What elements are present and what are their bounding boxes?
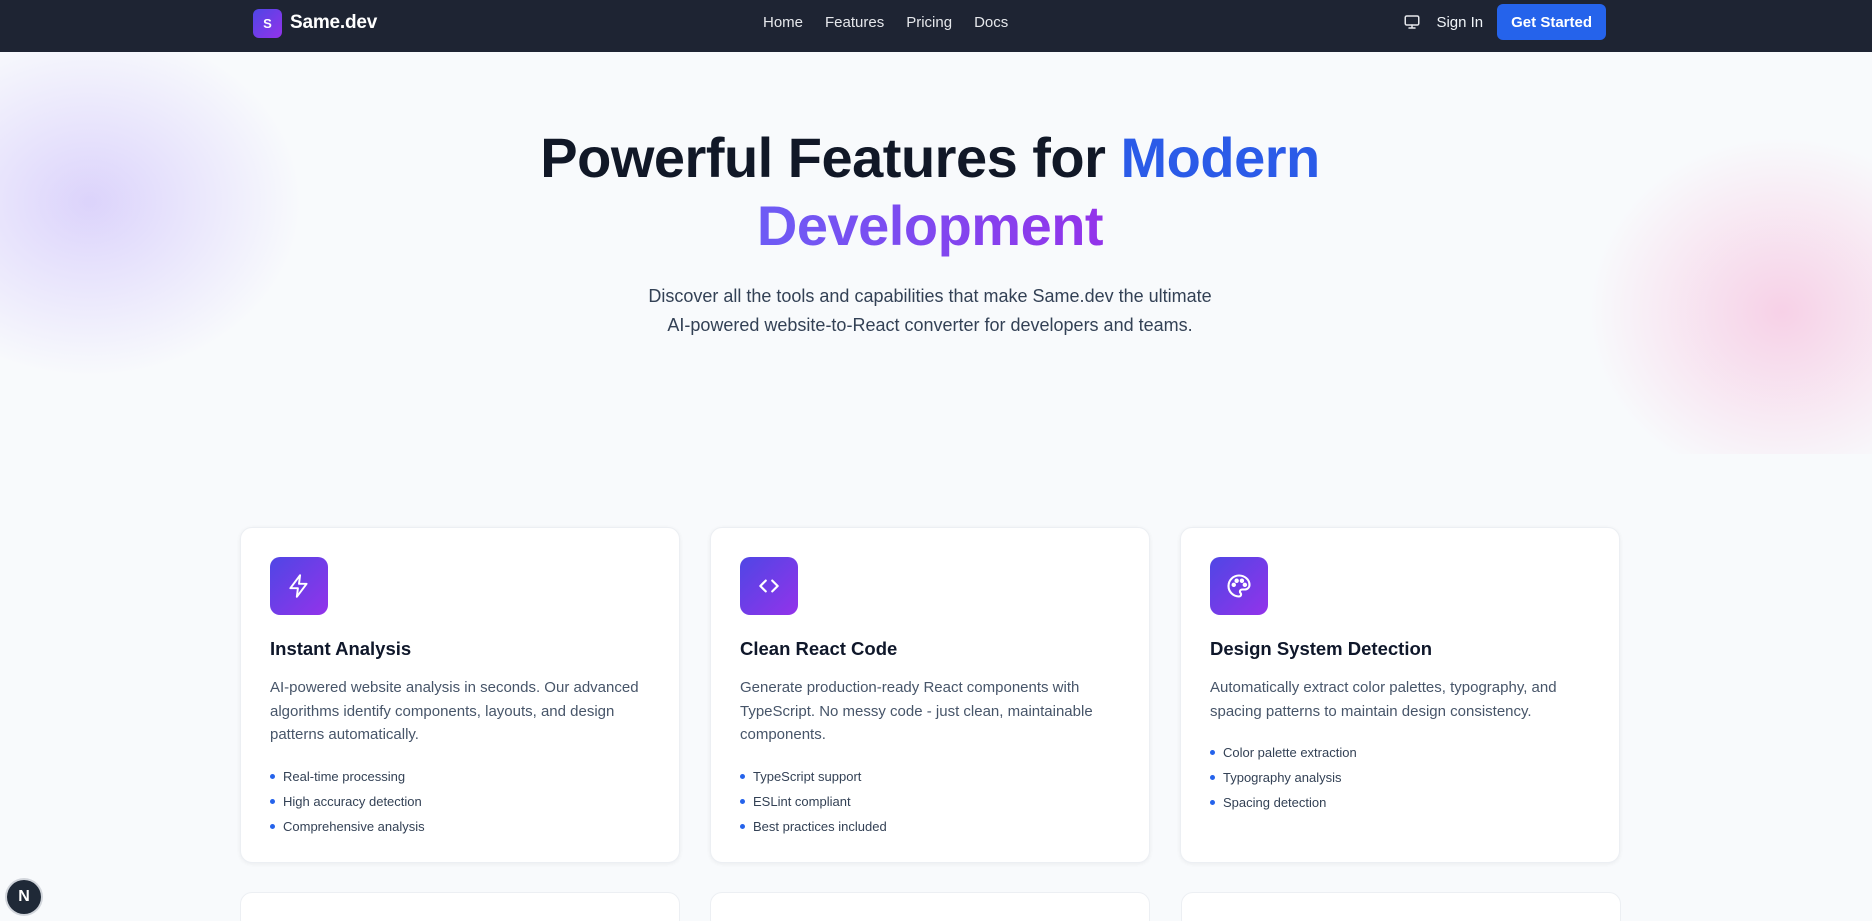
monitor-icon[interactable] <box>1402 12 1422 32</box>
nav-actions: Sign In Get Started <box>1402 4 1606 40</box>
brand[interactable]: S Same.dev <box>253 8 377 38</box>
lightning-icon <box>270 557 328 615</box>
card-title: Design System Detection <box>1210 638 1433 659</box>
bullet-icon <box>740 798 745 804</box>
list-item: TypeScript support <box>740 764 1120 789</box>
card-feature-list: Real-time processing High accuracy detec… <box>270 764 650 839</box>
nav-link-docs[interactable]: Docs <box>974 14 1008 31</box>
list-item: Typography analysis <box>1210 765 1590 790</box>
nav-links: Home Features Pricing Docs <box>763 0 1008 44</box>
list-item-text: Color palette extraction <box>1223 745 1357 760</box>
list-item-text: TypeScript support <box>753 768 862 784</box>
top-nav: S Same.dev Home Features Pricing Docs Si… <box>0 0 1872 52</box>
card-description: AI-powered website analysis in seconds. … <box>270 679 639 743</box>
card-title: Instant Analysis <box>270 638 412 659</box>
brand-name: Same.dev <box>290 12 378 33</box>
list-item-text: Spacing detection <box>1223 795 1327 810</box>
feature-card-peek-2 <box>710 892 1150 921</box>
bullet-icon <box>1210 750 1215 755</box>
feature-card-peek-1 <box>240 892 680 921</box>
bullet-icon <box>270 798 275 804</box>
bullet-icon <box>1210 800 1215 805</box>
list-item: Comprehensive analysis <box>270 814 650 839</box>
nav-link-pricing[interactable]: Pricing <box>906 14 952 31</box>
code-icon <box>740 557 798 615</box>
card-description: Automatically extract color palettes, ty… <box>1210 679 1557 720</box>
list-item: ESLint compliant <box>740 789 1120 814</box>
sign-in-link[interactable]: Sign In <box>1436 14 1483 31</box>
dev-tools-badge[interactable]: N <box>7 880 41 914</box>
hero-section: Powerful Features for Modern Development… <box>0 52 1872 454</box>
get-started-button[interactable]: Get Started <box>1497 4 1606 40</box>
list-item: Color palette extraction <box>1210 740 1590 765</box>
nav-link-features[interactable]: Features <box>825 14 884 31</box>
brand-logo: S <box>253 8 282 38</box>
bullet-icon <box>1210 775 1215 780</box>
feature-card-peek-3 <box>1181 892 1621 921</box>
feature-card-clean-react-code: Clean React Code Generate production-rea… <box>710 527 1150 863</box>
nav-link-home[interactable]: Home <box>763 14 803 31</box>
feature-card-instant-analysis: Instant Analysis AI-powered website anal… <box>240 527 680 863</box>
card-title: Clean React Code <box>740 638 898 659</box>
page-subtitle: Discover all the tools and capabilities … <box>0 282 1860 340</box>
list-item-text: Comprehensive analysis <box>283 818 425 834</box>
title-part-3: Development <box>756 194 1104 257</box>
bullet-icon <box>740 773 745 779</box>
list-item: Best practices included <box>740 814 1120 839</box>
subtitle-line-1: Discover all the tools and capabilities … <box>648 286 1212 306</box>
palette-icon <box>1210 557 1268 615</box>
subtitle-line-2: AI-powered website-to-React converter fo… <box>667 315 1193 335</box>
bullet-icon <box>270 823 275 829</box>
feature-cards: Instant Analysis AI-powered website anal… <box>240 527 1621 863</box>
list-item: Spacing detection <box>1210 790 1590 815</box>
list-item-text: Best practices included <box>753 818 887 834</box>
list-item: Real-time processing <box>270 764 650 789</box>
card-feature-list: Color palette extraction Typography anal… <box>1210 740 1590 815</box>
bullet-icon <box>740 823 745 829</box>
list-item: High accuracy detection <box>270 789 650 814</box>
list-item-text: Typography analysis <box>1223 770 1342 785</box>
title-part-1: Powerful Features for <box>540 126 1121 189</box>
card-feature-list: TypeScript support ESLint compliant Best… <box>740 764 1120 839</box>
page-title: Powerful Features for Modern Development <box>0 124 1860 260</box>
list-item-text: Real-time processing <box>283 768 406 784</box>
bullet-icon <box>270 773 275 779</box>
list-item-text: ESLint compliant <box>753 793 851 809</box>
card-description: Generate production-ready React componen… <box>740 679 1093 743</box>
title-part-2: Modern <box>1120 126 1321 189</box>
list-item-text: High accuracy detection <box>283 793 422 809</box>
feature-card-design-system-detection: Design System Detection Automatically ex… <box>1180 527 1620 863</box>
